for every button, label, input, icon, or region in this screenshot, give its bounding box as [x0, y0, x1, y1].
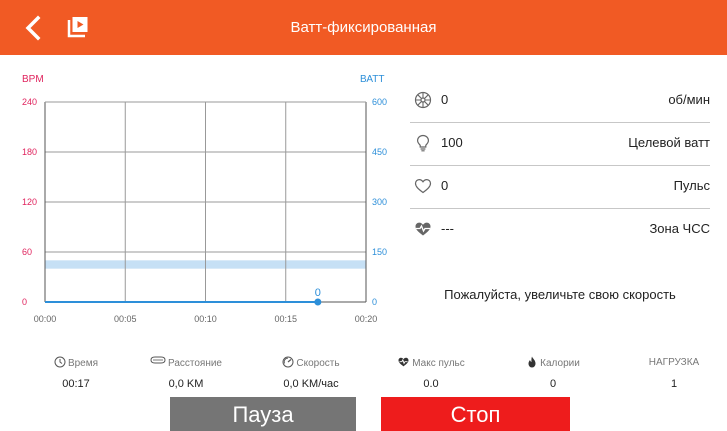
- left-axis-title: BPM: [22, 74, 44, 85]
- x-tick-label: 00:00: [34, 314, 57, 324]
- metric-speed-label: Скорость: [296, 358, 340, 369]
- speed-hint: Пожалуйста, увеличьте свою скорость: [444, 287, 676, 302]
- right-tick-label: 600: [372, 97, 387, 107]
- metric-calories-label: Калории: [540, 358, 580, 369]
- left-tick-label: 240: [22, 97, 37, 107]
- metric-max-pulse-label: Макс пульс: [412, 358, 465, 369]
- left-tick-label: 60: [22, 247, 32, 257]
- pause-button[interactable]: Пауза: [170, 397, 356, 431]
- metrics-bar: Время 00:17 Расстояние 0,0 KM Скорость 0…: [0, 356, 727, 396]
- metric-load-label: НАГРУЗКА: [648, 357, 700, 368]
- stat-rpm-value: 0: [441, 92, 449, 107]
- x-tick-label: 00:10: [194, 314, 217, 324]
- metric-distance-value: 0,0 KM: [168, 378, 204, 390]
- top-bar: Ватт-фиксированная: [0, 0, 727, 55]
- metric-calories-value: 0: [549, 378, 557, 390]
- heart-outline-icon: [414, 178, 432, 194]
- stat-hr-zone-unit: Зона ЧСС: [649, 221, 710, 236]
- metric-load: НАГРУЗКА 1: [619, 356, 727, 390]
- left-tick-label: 120: [22, 197, 37, 207]
- watt-series-point: [314, 298, 322, 306]
- right-tick-label: 300: [372, 197, 387, 207]
- metric-speed: Скорость 0,0 KM/час: [256, 356, 366, 390]
- chart: BPM ВАТТ 0 60 120 180 240 0 150 300 450 600 00:00 0…: [0, 60, 400, 330]
- metric-calories: Калории 0: [498, 356, 608, 390]
- left-tick-label: 180: [22, 147, 37, 157]
- metric-speed-value: 0,0 KM/час: [283, 378, 339, 390]
- stat-pulse: 0 Пульс: [410, 166, 710, 209]
- x-tick-label: 00:05: [114, 314, 137, 324]
- right-axis-title: ВАТТ: [360, 74, 385, 85]
- stat-pulse-unit: Пульс: [673, 178, 710, 193]
- page-title: Ватт-фиксированная: [290, 19, 437, 36]
- stat-target-watt-value: 100: [441, 135, 463, 150]
- metric-max-pulse-value: 0.0: [423, 378, 439, 390]
- left-tick-label: 0: [22, 297, 27, 307]
- watt-point-label: 0: [315, 287, 321, 299]
- heart-pulse-icon: [415, 222, 431, 236]
- right-tick-label: 0: [372, 297, 377, 307]
- stat-hr-zone: --- Зона ЧСС: [410, 209, 710, 252]
- stat-target-watt-unit: Целевой ватт: [628, 135, 710, 150]
- flame-icon: [528, 356, 536, 368]
- stat-target-watt: 100 Целевой ватт: [410, 123, 710, 166]
- metric-time-label: Время: [67, 358, 99, 369]
- chart-plot: 0 60 120 180 240 0 150 300 450 600 00:00 00:05 00:10…: [22, 97, 387, 324]
- x-tick-label: 00:20: [355, 314, 378, 324]
- clock-icon: [54, 356, 66, 368]
- x-tick-label: 00:15: [274, 314, 297, 324]
- metric-time: Время 00:17: [21, 356, 131, 390]
- metric-load-value: 1: [670, 378, 678, 390]
- right-tick-label: 450: [372, 147, 387, 157]
- stop-button[interactable]: Стоп: [381, 397, 570, 431]
- stat-pulse-value: 0: [441, 178, 449, 193]
- heart-filled-icon: [398, 357, 409, 367]
- lightbulb-icon: [416, 134, 430, 152]
- stats-panel: 0 об/мин 100 Целевой ватт 0 Пульс --- Зо…: [410, 80, 710, 252]
- metric-max-pulse: Макс пульс 0.0: [376, 356, 486, 390]
- right-tick-label: 150: [372, 247, 387, 257]
- metric-distance-label: Расстояние: [167, 358, 222, 369]
- metric-distance: Расстояние 0,0 KM: [131, 356, 241, 390]
- wheel-icon: [414, 91, 432, 109]
- stat-rpm: 0 об/мин: [410, 80, 710, 123]
- gauge-icon: [282, 356, 294, 368]
- stat-hr-zone-value: ---: [441, 221, 454, 236]
- track-icon: [150, 356, 166, 364]
- stat-rpm-unit: об/мин: [668, 92, 710, 107]
- metric-time-value: 00:17: [62, 378, 90, 390]
